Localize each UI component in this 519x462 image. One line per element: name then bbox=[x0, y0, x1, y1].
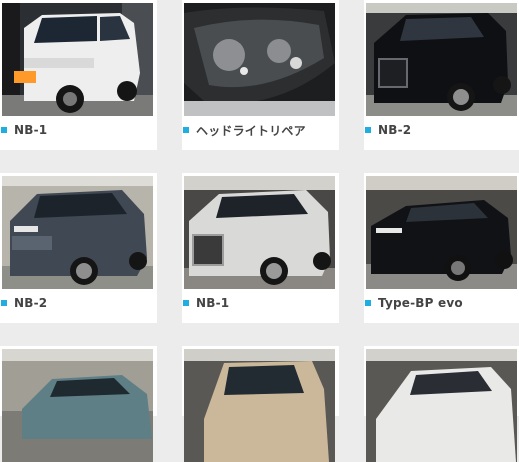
blue-gray-minivan-photo[interactable] bbox=[2, 176, 153, 289]
item-label: NB-2 bbox=[378, 123, 412, 137]
caption: Type-BP evo bbox=[365, 295, 463, 311]
bullet-square-icon bbox=[365, 127, 371, 133]
item-label: NB-2 bbox=[14, 296, 48, 310]
item-label: NB-1 bbox=[196, 296, 230, 310]
caption: ヘッドライトリペア bbox=[183, 122, 306, 138]
gallery-card-7[interactable] bbox=[0, 346, 157, 462]
gallery-card-1[interactable]: NB-1 bbox=[0, 0, 157, 150]
black-crossover-photo[interactable] bbox=[366, 176, 517, 289]
gallery-card-5[interactable]: NB-1 bbox=[182, 173, 339, 323]
bullet-square-icon bbox=[183, 300, 189, 306]
headlight-closeup-photo[interactable] bbox=[184, 3, 335, 116]
gallery-card-2[interactable]: ヘッドライトリペア bbox=[182, 0, 339, 150]
bullet-square-icon bbox=[365, 300, 371, 306]
item-label: ヘッドライトリペア bbox=[196, 123, 306, 138]
bullet-square-icon bbox=[1, 127, 7, 133]
caption: NB-1 bbox=[1, 122, 47, 138]
white-suv-photo[interactable] bbox=[366, 349, 517, 462]
silver-lexus-minivan-photo[interactable] bbox=[184, 176, 335, 289]
gallery-card-4[interactable]: NB-2 bbox=[0, 173, 157, 323]
caption: NB-2 bbox=[365, 122, 411, 138]
gallery-card-9[interactable] bbox=[364, 346, 519, 462]
bullet-square-icon bbox=[183, 127, 189, 133]
caption: NB-2 bbox=[1, 295, 47, 311]
teal-crossover-photo[interactable] bbox=[2, 349, 153, 462]
item-label: NB-1 bbox=[14, 123, 48, 137]
gallery-card-3[interactable]: NB-2 bbox=[364, 0, 519, 150]
white-kei-van-photo[interactable] bbox=[2, 3, 153, 116]
black-minivan-photo[interactable] bbox=[366, 3, 517, 116]
item-label: Type-BP evo bbox=[378, 296, 463, 310]
caption: NB-1 bbox=[183, 295, 229, 311]
bullet-square-icon bbox=[1, 300, 7, 306]
gallery-card-8[interactable] bbox=[182, 346, 339, 462]
beige-kei-car-photo[interactable] bbox=[184, 349, 335, 462]
gallery-card-6[interactable]: Type-BP evo bbox=[364, 173, 519, 323]
